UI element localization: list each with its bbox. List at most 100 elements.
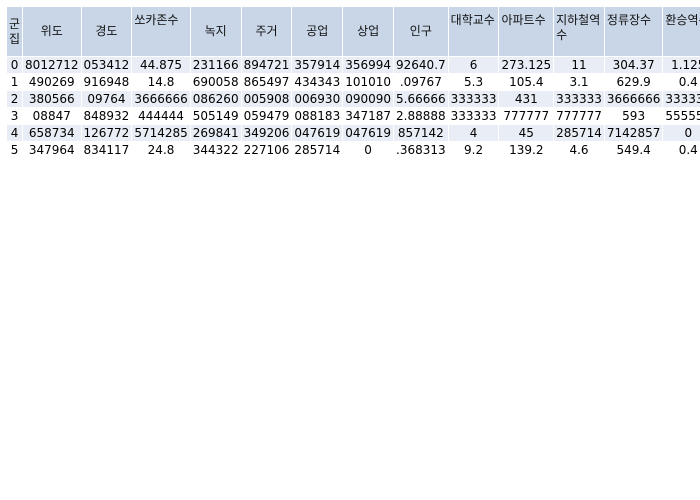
table-cell: 11 — [554, 57, 604, 73]
table-cell: 368313. — [394, 142, 448, 158]
table-cell: 24.8 — [132, 142, 190, 158]
column-header: 상업 — [343, 7, 394, 56]
notebook-output-area: 군집 위도 경도 쏘카존수 녹지 주거 공업 상업 인구 대학교수 아파트수 지하철역수 정류장수 환승역… — [0, 0, 700, 500]
table-cell: 006930 — [292, 91, 343, 107]
column-header: 지하철역수 — [554, 7, 604, 56]
table-cell: 7142857 — [604, 125, 663, 141]
table-cell: 105.4 — [499, 74, 554, 90]
row-cluster-id: 5 — [7, 142, 23, 158]
table-row: 5 347964 834117 24.8 344322 227106 285714 0 3683… — [7, 142, 700, 158]
column-header: 환승역수 — [663, 7, 700, 56]
table-cell: 357914 — [292, 57, 343, 73]
table-row: 1 490269 916948 14.8 690058 865497 434343 10101… — [7, 74, 700, 90]
table-cell: 347187 — [343, 108, 394, 124]
table-cell: 333333 — [554, 91, 604, 107]
table-cell: 0.4 — [663, 74, 700, 90]
table-cell: 0.4 — [663, 142, 700, 158]
table-cell: 273.125 — [499, 57, 554, 73]
table-cell: 9.2 — [448, 142, 499, 158]
table-cell: 333333 — [448, 108, 499, 124]
table-cell: 005908 — [241, 91, 292, 107]
table-cell: 3.1 — [554, 74, 604, 90]
table-cell: 8012712 — [23, 57, 81, 73]
table-cell: 09764 — [81, 91, 132, 107]
table-row: 2 380566 09764 3666666 086260 005908 006930 090… — [7, 91, 700, 107]
table-cell: 45 — [499, 125, 554, 141]
table-cell: 101010 — [343, 74, 394, 90]
column-header: 아파트수 — [499, 7, 554, 56]
table-cell: 490269 — [23, 74, 81, 90]
table-cell: 0 — [343, 142, 394, 158]
table-cell: 304.37 — [604, 57, 663, 73]
table-row: 4 658734 126772 5714285 269841 349206 047619 04… — [7, 125, 700, 141]
table-cell: 285714 — [292, 142, 343, 158]
table-cell: 3666666 — [604, 91, 663, 107]
table-cell: 5.66666 — [394, 91, 448, 107]
table-cell: 059479 — [241, 108, 292, 124]
row-cluster-id: 0 — [7, 57, 23, 73]
table-cell: 44.875 — [132, 57, 190, 73]
table-cell: 126772 — [81, 125, 132, 141]
column-header: 주거 — [241, 7, 292, 56]
table-cell: 09767. — [394, 74, 448, 90]
table-cell: 269841 — [190, 125, 241, 141]
table-cell: 231166 — [190, 57, 241, 73]
table-row: 3 08847 848932 444444 505149 059479 088183 3471… — [7, 108, 700, 124]
row-cluster-id: 1 — [7, 74, 23, 90]
table-cell: 088183 — [292, 108, 343, 124]
table-cell: 894721 — [241, 57, 292, 73]
table-cell: 593 — [604, 108, 663, 124]
table-cell: 285714 — [554, 125, 604, 141]
table-cell: 777777 — [499, 108, 554, 124]
column-header: 공업 — [292, 7, 343, 56]
table-cell: 6 — [448, 57, 499, 73]
table-row: 0 8012712 053412 44.875 231166 894721 357914 35… — [7, 57, 700, 73]
table-cell: 090090 — [343, 91, 394, 107]
table-cell: 333333 — [448, 91, 499, 107]
table-cell: 4 — [448, 125, 499, 141]
table-cell: 333333 — [663, 91, 700, 107]
table-cell: 5714285 — [132, 125, 190, 141]
table-cell: 139.2 — [499, 142, 554, 158]
table-cell: 658734 — [23, 125, 81, 141]
table-cell: 857142 — [394, 125, 448, 141]
row-cluster-id: 2 — [7, 91, 23, 107]
table-body: 0 8012712 053412 44.875 231166 894721 357914 35… — [7, 57, 700, 158]
table-cell: 444444 — [132, 108, 190, 124]
table-cell: 629.9 — [604, 74, 663, 90]
table-cell: 431 — [499, 91, 554, 107]
table-cell: 848932 — [81, 108, 132, 124]
table-cell: 053412 — [81, 57, 132, 73]
table-cell: 3666666 — [132, 91, 190, 107]
cluster-summary-table: 군집 위도 경도 쏘카존수 녹지 주거 공업 상업 인구 대학교수 아파트수 지하철역수 정류장수 환승역… — [6, 6, 700, 159]
column-header: 위도 — [23, 7, 81, 56]
table-cell: 0 — [663, 125, 700, 141]
table-cell: 434343 — [292, 74, 343, 90]
table-cell: 344322 — [190, 142, 241, 158]
table-cell: 834117 — [81, 142, 132, 158]
table-cell: 549.4 — [604, 142, 663, 158]
row-cluster-id: 3 — [7, 108, 23, 124]
row-cluster-id: 4 — [7, 125, 23, 141]
table-cell: 555555 — [663, 108, 700, 124]
table-cell: 227106 — [241, 142, 292, 158]
column-header: 대학교수 — [448, 7, 499, 56]
table-cell: 349206 — [241, 125, 292, 141]
column-header: 쏘카존수 — [132, 7, 190, 56]
table-cell: 380566 — [23, 91, 81, 107]
column-header: 인구 — [394, 7, 448, 56]
column-header: 경도 — [81, 7, 132, 56]
table-cell: 690058 — [190, 74, 241, 90]
column-header: 정류장수 — [604, 7, 663, 56]
header-row: 군집 위도 경도 쏘카존수 녹지 주거 공업 상업 인구 대학교수 아파트수 지하철역수 정류장수 환승역… — [7, 7, 700, 56]
table-cell: 1.125 — [663, 57, 700, 73]
column-header: 군집 — [7, 7, 23, 56]
table-cell: 4.6 — [554, 142, 604, 158]
table-cell: 14.8 — [132, 74, 190, 90]
table-cell: 5.3 — [448, 74, 499, 90]
table-cell: 086260 — [190, 91, 241, 107]
table-cell: 347964 — [23, 142, 81, 158]
table-cell: 916948 — [81, 74, 132, 90]
table-cell: 047619 — [292, 125, 343, 141]
table-cell: 08847 — [23, 108, 81, 124]
